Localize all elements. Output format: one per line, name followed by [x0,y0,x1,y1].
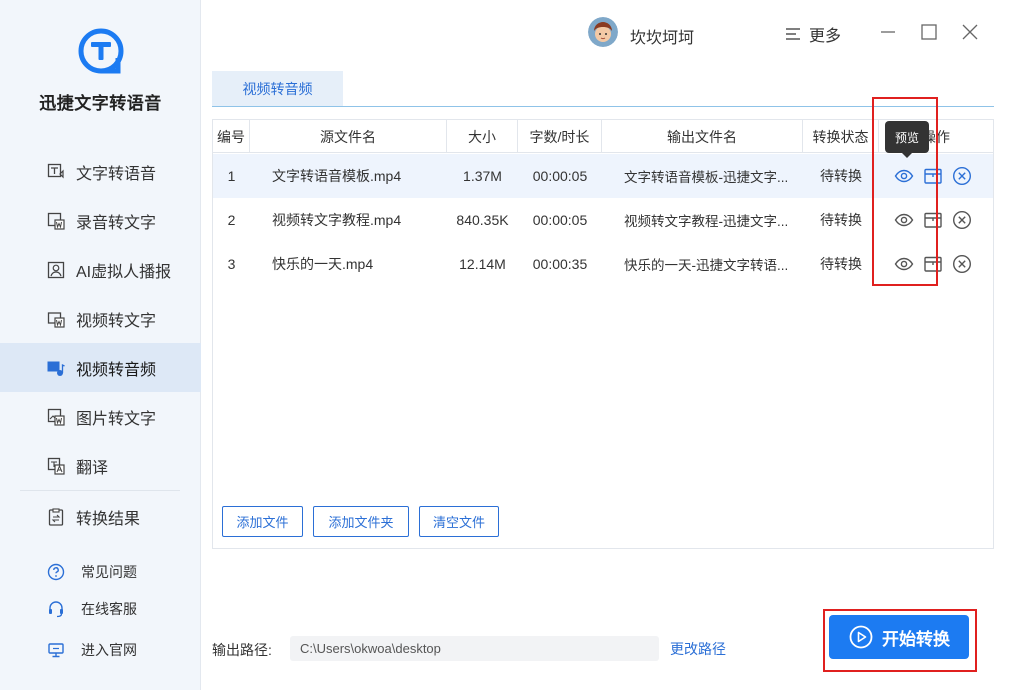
sidebar-item-label: 转换结果 [76,510,141,528]
column-header: 转换状态 [803,120,879,153]
column-header: 字数/时长 [518,120,602,153]
add-folder-button[interactable]: 添加文件夹 [313,506,409,537]
start-convert-label: 开始转换 [882,629,950,649]
sidebar-item-label: 视频转文字 [76,312,157,330]
source-filename: 文字转语音模板.mp4 [272,168,402,184]
column-header: 输出文件名 [602,120,803,153]
help-support-link[interactable]: 在线客服 [0,594,201,624]
sidebar-item-label: AI虚拟人播报 [76,263,172,281]
tab-underline [212,106,994,107]
output-filename: 视频转文字教程-迅捷文字... [624,214,789,229]
username[interactable]: 坎坎坷坷 [630,24,694,48]
close-icon[interactable] [960,22,980,42]
table-row[interactable]: 1 文字转语音模板.mp4 1.37M 00:00:05 文字转语音模板-迅捷文… [213,154,993,198]
audio-to-text-icon [46,211,66,231]
sidebar-item-results[interactable]: 转换结果 [0,492,201,541]
sidebar-item-label: 文字转语音 [76,165,157,183]
delete-x-icon[interactable] [951,210,972,231]
delete-x-icon[interactable] [951,254,972,275]
preview-eye-icon[interactable] [893,254,914,275]
row-index: 3 [227,256,236,272]
row-actions [879,254,993,275]
translate-icon [46,456,66,476]
sidebar-item-video-to-audio[interactable]: 视频转音频 [0,343,201,392]
row-actions [879,210,993,231]
output-filename: 文字转语音模板-迅捷文字... [624,170,789,185]
question-icon [46,562,66,582]
file-table: 编号 源文件名 大小 字数/时长 输出文件名 转换状态 操作 1 文字转语音模板… [212,119,994,549]
preview-eye-icon[interactable] [893,166,914,187]
add-file-button[interactable]: 添加文件 [222,506,303,537]
play-convert-icon [849,625,873,649]
open-folder-icon[interactable] [922,166,943,187]
output-path-field[interactable]: C:\Users\okwoa\desktop [290,636,659,661]
table-header: 编号 源文件名 大小 字数/时长 输出文件名 转换状态 操作 [213,120,993,153]
sidebar-item-label: 视频转音频 [76,361,157,379]
table-row[interactable]: 3 快乐的一天.mp4 12.14M 00:00:35 快乐的一天-迅捷文字转语… [213,242,993,286]
more-menu-button[interactable]: 更多 [785,22,841,46]
output-path-label: 输出路径: [212,642,272,658]
image-to-text-icon [46,407,66,427]
app-name: 迅捷文字转语音 [39,94,162,113]
row-index: 2 [227,212,236,228]
maximize-icon[interactable] [919,22,939,42]
ai-avatar-icon [46,260,66,280]
delete-x-icon[interactable] [951,166,972,187]
results-icon [46,507,66,527]
monitor-icon [46,640,66,660]
file-size: 1.37M [463,168,502,184]
column-header: 源文件名 [250,120,447,153]
status-badge: 待转换 [820,256,862,272]
open-folder-icon[interactable] [922,210,943,231]
open-folder-icon[interactable] [922,254,943,275]
sidebar-divider [20,490,180,491]
duration: 00:00:05 [532,212,588,228]
sidebar-item-text-to-speech[interactable]: 文字转语音 [0,147,201,196]
start-convert-button[interactable]: 开始转换 [829,615,969,659]
text-to-speech-icon [46,162,66,182]
menu-icon [786,28,800,40]
change-path-link[interactable]: 更改路径 [670,639,726,659]
tab-video-to-audio[interactable]: 视频转音频 [212,71,343,107]
preview-tooltip: 预览 [885,121,929,158]
status-badge: 待转换 [820,212,862,228]
duration: 00:00:35 [532,256,588,272]
app-logo-icon [78,28,124,74]
sidebar-item-audio-to-text[interactable]: 录音转文字 [0,196,201,245]
help-support-label: 在线客服 [81,601,137,617]
help-faq-label: 常见问题 [81,564,137,580]
help-website-label: 进入官网 [81,642,137,658]
sidebar-item-translate[interactable]: 翻译 [0,441,201,490]
sidebar-item-ai-avatar[interactable]: AI虚拟人播报 [0,245,201,294]
sidebar: 迅捷文字转语音 文字转语音 录音转文字 AI虚拟人播报 视频转文字 视频转音频 [0,0,201,690]
sidebar-item-label: 翻译 [76,459,109,477]
source-filename: 快乐的一天.mp4 [272,256,374,272]
output-filename: 快乐的一天-迅捷文字转语... [624,258,789,273]
file-size: 12.14M [459,256,506,272]
sidebar-item-image-to-text[interactable]: 图片转文字 [0,392,201,441]
sidebar-item-label: 图片转文字 [76,410,157,428]
file-size: 840.35K [456,212,509,228]
column-header: 大小 [447,120,518,153]
help-website-link[interactable]: 进入官网 [0,635,201,665]
status-badge: 待转换 [820,168,862,184]
help-faq-link[interactable]: 常见问题 [0,557,201,587]
video-to-text-icon [46,309,66,329]
table-row[interactable]: 2 视频转文字教程.mp4 840.35K 00:00:05 视频转文字教程-迅… [213,198,993,242]
video-to-audio-icon [46,358,66,378]
preview-eye-icon[interactable] [893,210,914,231]
sidebar-item-video-to-text[interactable]: 视频转文字 [0,294,201,343]
headset-icon [46,599,66,619]
row-actions [879,166,993,187]
sidebar-item-label: 录音转文字 [76,214,157,232]
column-header: 编号 [213,120,250,153]
more-menu-label: 更多 [809,28,842,45]
duration: 00:00:05 [532,168,588,184]
source-filename: 视频转文字教程.mp4 [272,212,402,228]
clear-files-button[interactable]: 清空文件 [419,506,499,537]
minimize-icon[interactable] [878,22,898,42]
avatar[interactable] [588,17,618,47]
row-index: 1 [227,168,236,184]
